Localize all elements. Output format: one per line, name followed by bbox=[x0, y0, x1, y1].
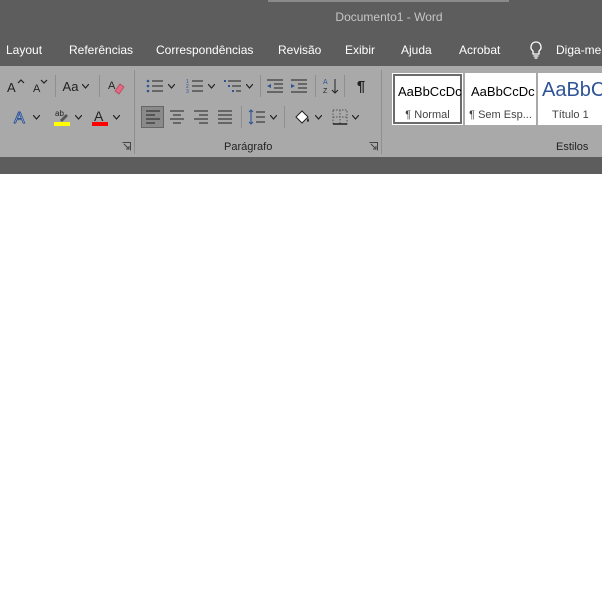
style-name: ¶ Normal bbox=[405, 109, 450, 121]
increase-indent-icon bbox=[291, 79, 307, 93]
multilevel-list-button[interactable] bbox=[221, 75, 255, 97]
paragraph-dialog-launcher-icon[interactable] bbox=[369, 142, 378, 151]
svg-text:3: 3 bbox=[186, 89, 189, 94]
font-dialog-launcher-icon[interactable] bbox=[122, 142, 131, 151]
align-center-button[interactable] bbox=[166, 106, 188, 128]
show-hide-marks-button[interactable]: ¶ bbox=[350, 75, 372, 97]
multilevel-list-icon bbox=[223, 80, 241, 92]
line-spacing-icon bbox=[248, 109, 265, 125]
chevron-down-icon bbox=[245, 83, 253, 89]
change-case-label: Aa bbox=[62, 78, 79, 94]
clear-formatting-button[interactable]: A bbox=[105, 75, 127, 97]
borders-icon bbox=[332, 109, 347, 125]
chevron-down-icon bbox=[75, 114, 82, 120]
shading-button[interactable] bbox=[290, 106, 324, 128]
chevron-down-icon bbox=[82, 83, 90, 89]
chevron-down-icon bbox=[113, 114, 120, 120]
highlighter-icon: ab bbox=[54, 109, 70, 126]
lightbulb-icon[interactable] bbox=[528, 40, 544, 60]
decrease-indent-button[interactable] bbox=[264, 75, 286, 97]
separator bbox=[284, 106, 285, 128]
bullet-list-icon bbox=[146, 79, 163, 93]
group-separator bbox=[381, 70, 382, 154]
separator bbox=[55, 75, 56, 97]
tab-layout[interactable]: Layout bbox=[6, 43, 42, 57]
chevron-down-icon bbox=[314, 114, 322, 120]
justify-icon bbox=[218, 110, 232, 124]
separator bbox=[315, 75, 316, 97]
chevron-down-icon bbox=[33, 114, 40, 120]
svg-text:Z: Z bbox=[323, 88, 328, 95]
numbering-button[interactable]: 1 2 3 bbox=[183, 75, 217, 97]
sort-button[interactable]: A Z bbox=[320, 75, 342, 97]
svg-text:A: A bbox=[33, 83, 41, 94]
style-sample: AaBbCc bbox=[542, 79, 602, 101]
svg-text:ab: ab bbox=[55, 109, 64, 118]
line-spacing-button[interactable] bbox=[246, 106, 278, 128]
ribbon-tab-bar: Layout Referências Correspondências Revi… bbox=[0, 36, 602, 66]
increase-indent-button[interactable] bbox=[288, 75, 310, 97]
window-title: Documento1 - Word bbox=[335, 10, 443, 24]
shrink-font-icon: A bbox=[33, 79, 48, 94]
style-name: ¶ Sem Esp... bbox=[469, 109, 532, 121]
svg-text:A: A bbox=[108, 80, 116, 92]
change-case-button[interactable]: Aa bbox=[60, 75, 92, 97]
grow-font-button[interactable]: A bbox=[4, 75, 26, 97]
svg-text:A: A bbox=[323, 79, 328, 86]
separator bbox=[260, 75, 261, 97]
group-separator bbox=[134, 70, 135, 154]
tab-acrobat[interactable]: Acrobat bbox=[459, 43, 500, 57]
svg-text:A: A bbox=[14, 110, 25, 126]
style-sample: AaBbCcDc bbox=[398, 84, 462, 99]
tab-ajuda[interactable]: Ajuda bbox=[401, 43, 432, 57]
justify-button[interactable] bbox=[214, 106, 236, 128]
paint-bucket-icon bbox=[294, 110, 309, 124]
style-normal[interactable]: AaBbCcDc ¶ Normal bbox=[392, 73, 463, 125]
align-left-icon bbox=[145, 110, 160, 124]
clear-formatting-icon: A bbox=[108, 80, 125, 95]
numbered-list-icon: 1 2 3 bbox=[186, 79, 203, 94]
style-heading-1[interactable]: AaBbCc Título 1 bbox=[538, 73, 602, 125]
align-right-button[interactable] bbox=[190, 106, 212, 128]
document-page[interactable] bbox=[0, 174, 602, 602]
title-bar-accent bbox=[268, 0, 509, 2]
borders-button[interactable] bbox=[328, 106, 362, 128]
styles-group-label: Estilos bbox=[556, 141, 589, 153]
title-bar: Documento1 - Word bbox=[0, 0, 602, 36]
sort-az-icon: A Z bbox=[323, 79, 339, 95]
align-center-icon bbox=[170, 110, 184, 124]
svg-text:A: A bbox=[94, 108, 104, 124]
align-right-icon bbox=[194, 110, 208, 124]
shrink-font-button[interactable]: A bbox=[30, 75, 50, 97]
grow-font-icon: A bbox=[7, 79, 25, 94]
ribbon: A A Aa A A ab A 1 2 3 A Z ¶ Parágrafo Aa… bbox=[0, 66, 602, 157]
font-color-icon: A bbox=[92, 108, 108, 126]
tab-exibir[interactable]: Exibir bbox=[345, 43, 375, 57]
chevron-down-icon bbox=[207, 83, 215, 89]
tell-me-search[interactable]: Diga-me bbox=[556, 43, 601, 57]
svg-text:A: A bbox=[7, 80, 16, 94]
paragraph-group-label: Parágrafo bbox=[224, 141, 273, 153]
tab-correspondencias[interactable]: Correspondências bbox=[156, 43, 253, 57]
separator bbox=[99, 75, 100, 97]
font-color-button[interactable]: A bbox=[88, 106, 122, 128]
decrease-indent-icon bbox=[267, 79, 283, 93]
style-sample: AaBbCcDc bbox=[471, 84, 535, 99]
separator bbox=[344, 75, 345, 97]
highlight-color-button[interactable]: ab bbox=[50, 106, 84, 128]
style-no-spacing[interactable]: AaBbCcDc ¶ Sem Esp... bbox=[465, 73, 536, 125]
align-left-button[interactable] bbox=[141, 106, 164, 128]
bullets-button[interactable] bbox=[143, 75, 177, 97]
chevron-down-icon bbox=[167, 83, 175, 89]
text-effects-icon: A bbox=[14, 110, 26, 127]
tab-referencias[interactable]: Referências bbox=[69, 43, 133, 57]
separator bbox=[241, 106, 242, 128]
ribbon-bottom-band bbox=[0, 157, 602, 174]
chevron-down-icon bbox=[351, 114, 359, 120]
style-name: Título 1 bbox=[552, 109, 589, 121]
text-effects-button[interactable]: A bbox=[10, 106, 42, 128]
tab-revisao[interactable]: Revisão bbox=[278, 43, 321, 57]
chevron-down-icon bbox=[269, 114, 277, 120]
pilcrow-icon: ¶ bbox=[356, 77, 366, 95]
